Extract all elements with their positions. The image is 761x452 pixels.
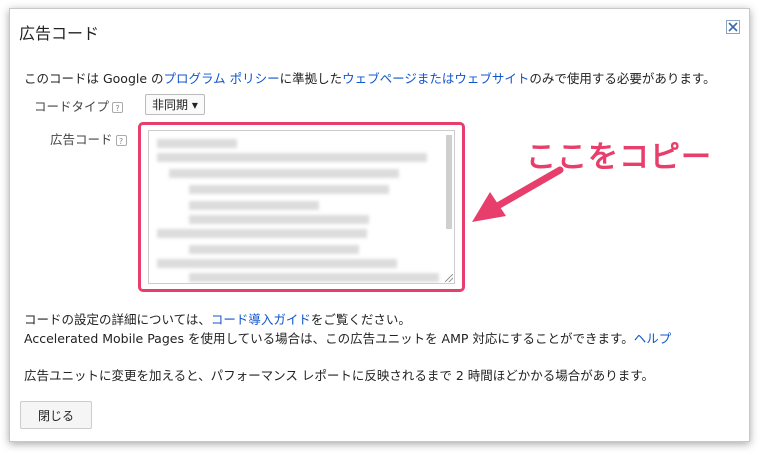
blurred-code-line [189,245,359,254]
blurred-code-line [189,215,369,224]
policy-notice: このコードは Google のプログラム ポリシーに準拠したウェブページまたはウ… [24,68,716,87]
code-guide-link[interactable]: コード導入ガイド [211,312,311,327]
help-icon[interactable]: ? [112,102,124,113]
intro-mid: に準拠した [279,71,343,86]
blurred-code-line [157,139,237,148]
textarea-scrollbar[interactable] [446,135,452,229]
ad-code-textarea[interactable] [148,130,455,284]
copy-highlight-frame [138,122,465,292]
copy-here-annotation: ここをコピー [526,140,712,175]
blurred-code-line [157,259,397,268]
blurred-code-line [157,229,367,238]
web-pages-link[interactable]: ウェブページまたはウェブサイト [342,71,529,86]
code-type-label-row: コードタイプ? [34,96,124,115]
program-policy-link[interactable]: プログラム ポリシー [164,71,280,86]
ad-code-label: 広告コード [50,132,113,147]
intro-prefix: このコードは Google の [24,71,164,86]
ad-code-dialog: 広告コード このコードは Google のプログラム ポリシーに準拠したウェブペ… [9,8,750,442]
amp-help-link[interactable]: ヘルプ [634,331,672,346]
report-delay-notice: 広告ユニットに変更を加えると、パフォーマンス レポートに反映されるまで 2 時間… [24,368,655,383]
details-suffix: をご覧ください。 [310,312,411,327]
blurred-code-line [189,185,389,194]
resize-handle-icon[interactable] [445,274,453,282]
intro-suffix: のみで使用する必要があります。 [529,71,716,86]
close-button[interactable]: 閉じる [20,401,92,429]
ad-code-label-row: 広告コード? [50,129,127,148]
code-type-select[interactable]: 非同期 ▾ [145,94,205,115]
help-icon[interactable]: ? [115,135,127,146]
details-prefix: コードの設定の詳細については、 [24,312,211,327]
blurred-code-line [189,273,439,282]
close-icon[interactable] [726,20,740,34]
amp-line: Accelerated Mobile Pages を使用している場合は、この広告… [24,328,671,347]
code-type-label: コードタイプ [34,99,110,114]
details-line: コードの設定の詳細については、コード導入ガイドをご覧ください。 [24,309,411,328]
blurred-code-line [169,169,399,178]
dialog-title: 広告コード [19,24,100,43]
amp-text: Accelerated Mobile Pages を使用している場合は、この広告… [24,331,634,346]
blurred-code-line [157,153,427,162]
blurred-code-line [189,201,319,210]
